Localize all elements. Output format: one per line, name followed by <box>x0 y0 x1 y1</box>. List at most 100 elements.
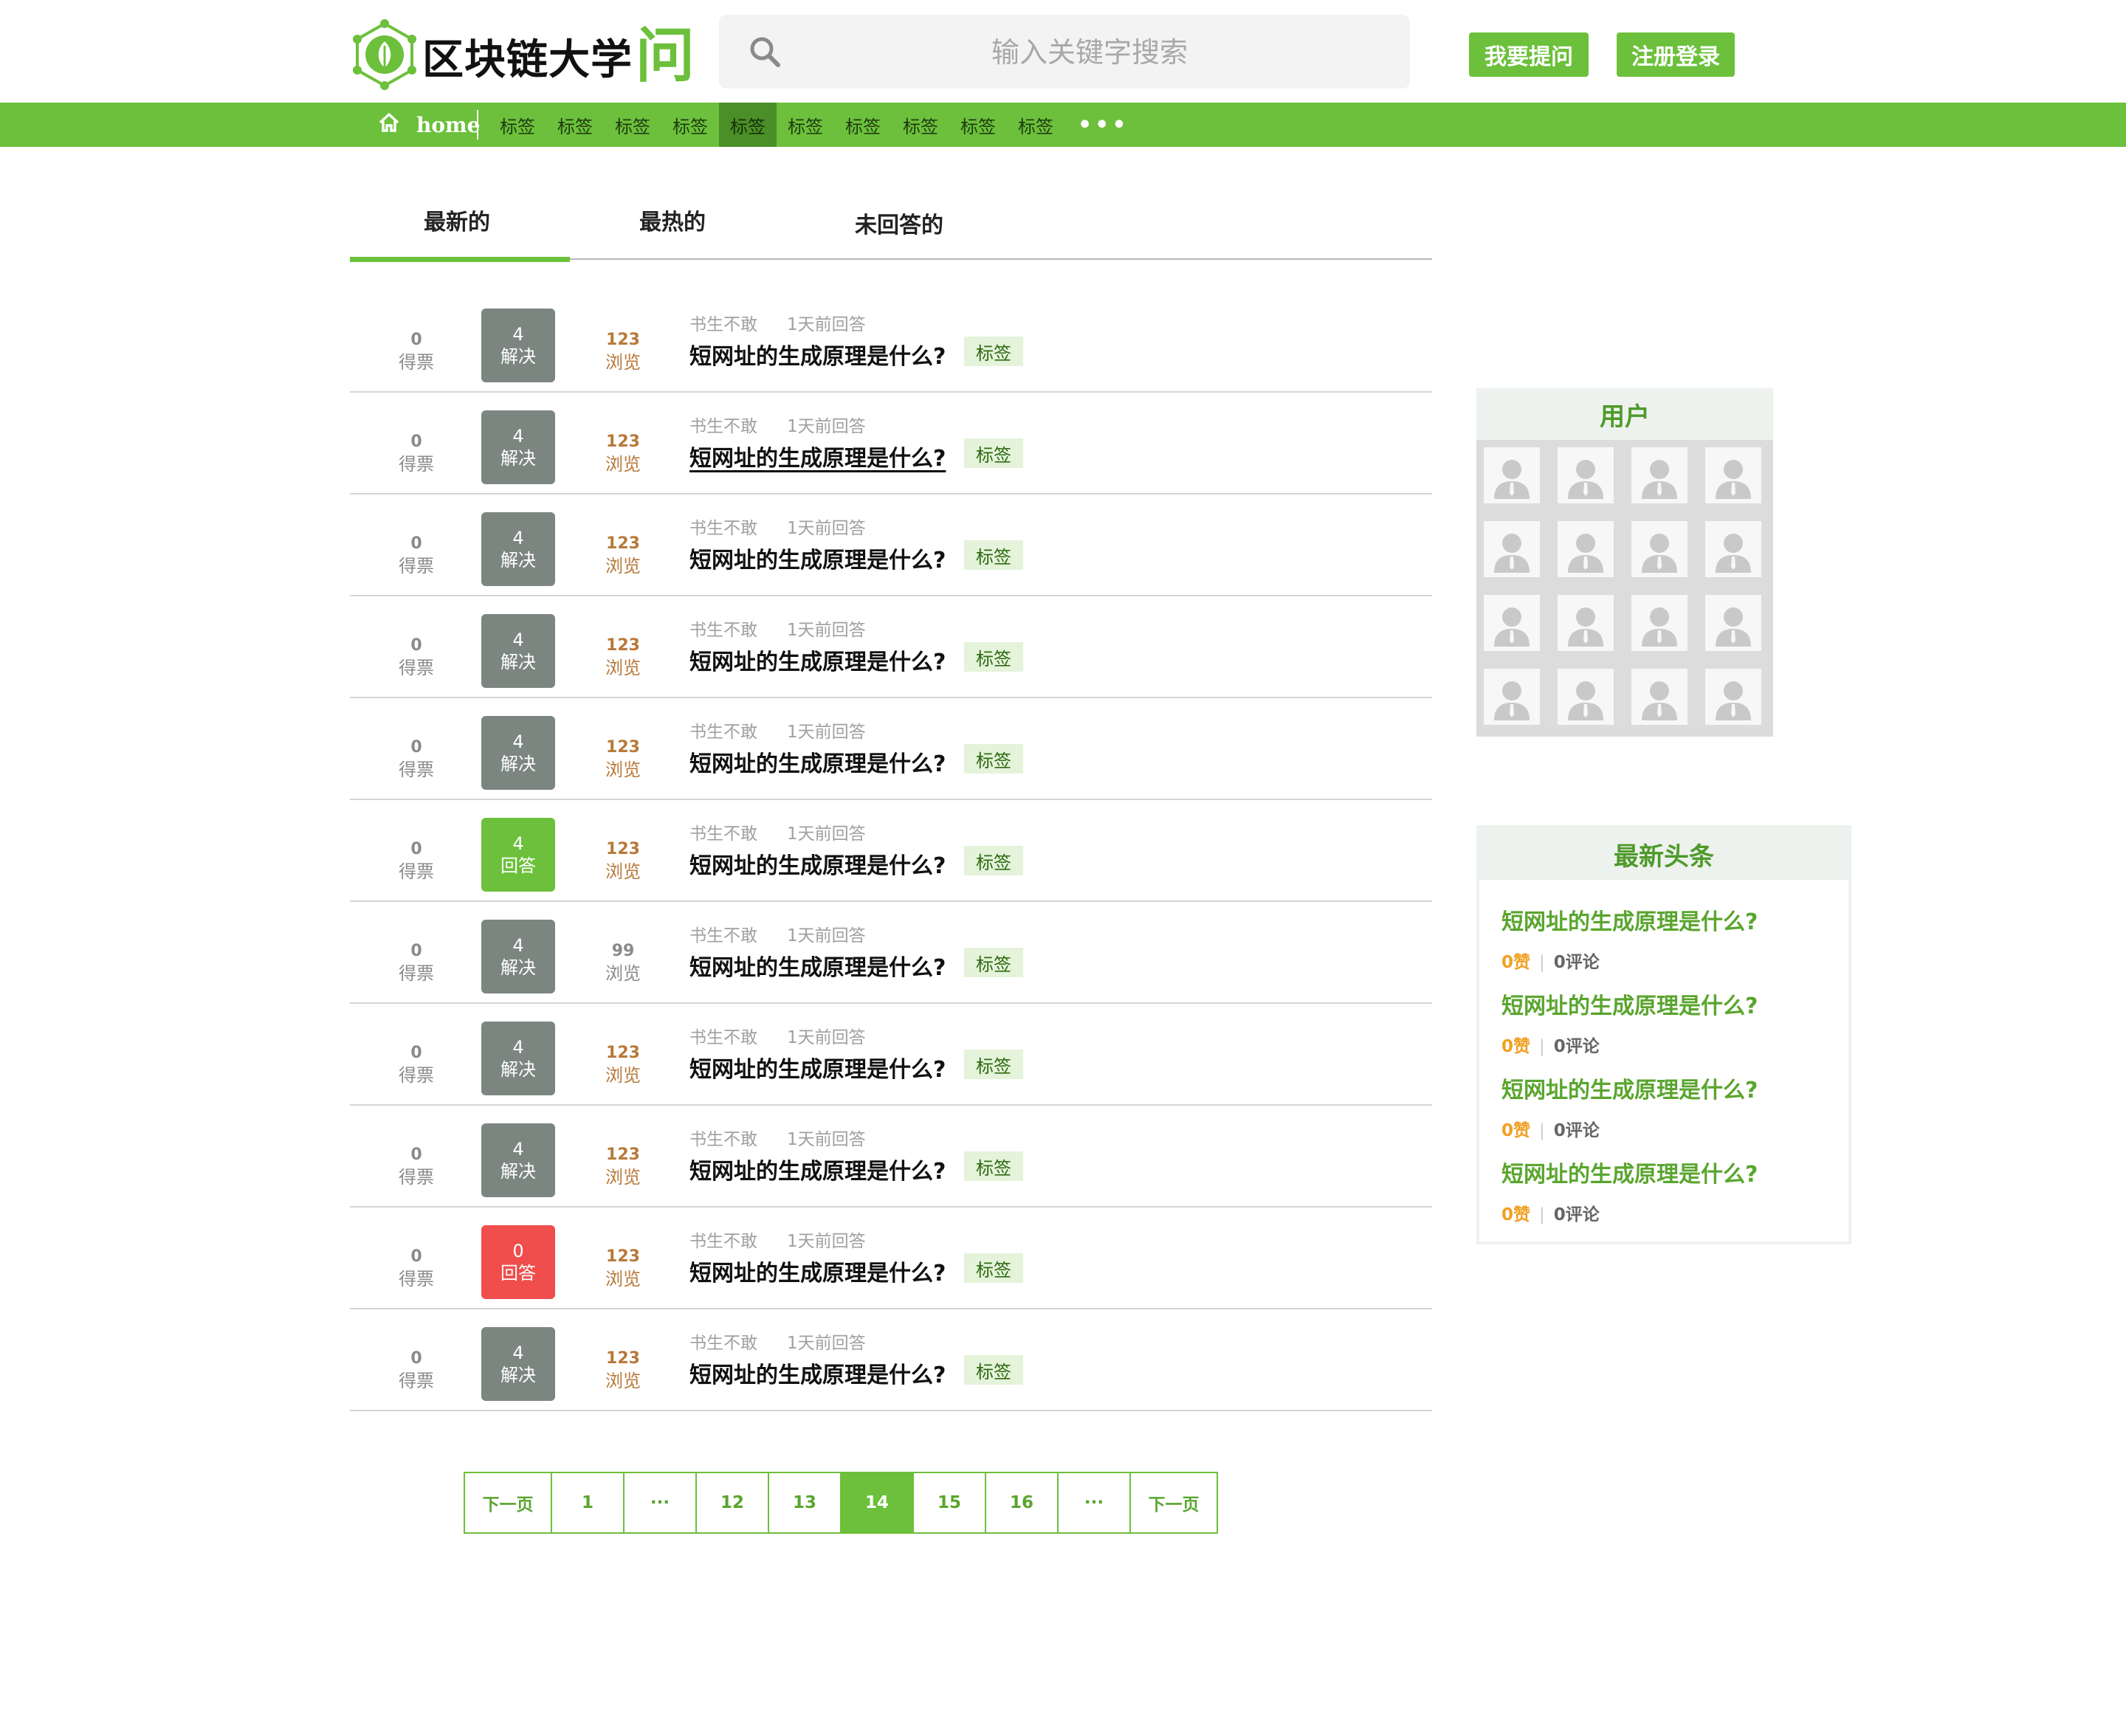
headline-title[interactable]: 短网址的生成原理是什么? <box>1501 1156 1758 1188</box>
answer-status-badge[interactable]: 4 回答 <box>481 818 555 892</box>
question-title[interactable]: 短网址的生成原理是什么? <box>689 440 946 472</box>
ask-question-button[interactable]: 我要提问 <box>1469 32 1589 77</box>
pagination-page-button[interactable]: 15 <box>914 1473 986 1532</box>
search-input[interactable] <box>800 15 1379 90</box>
pagination-page-button[interactable]: 12 <box>697 1473 769 1532</box>
answer-status-badge[interactable]: 4 解决 <box>481 309 555 382</box>
question-tag[interactable]: 标签 <box>964 1253 1023 1283</box>
question-tag[interactable]: 标签 <box>964 1050 1023 1079</box>
nav-tag-item[interactable]: 标签 <box>1007 103 1064 147</box>
question-tag[interactable]: 标签 <box>964 540 1023 570</box>
question-title[interactable]: 短网址的生成原理是什么? <box>689 949 946 982</box>
user-avatar[interactable] <box>1631 447 1688 503</box>
author-name[interactable]: 书生不敢 <box>689 723 757 742</box>
tab-hottest[interactable]: 最热的 <box>639 204 706 236</box>
question-tag[interactable]: 标签 <box>964 438 1023 468</box>
nav-tag-item[interactable]: 标签 <box>949 103 1007 147</box>
user-avatar[interactable] <box>1484 447 1540 503</box>
answer-status-badge[interactable]: 4 解决 <box>481 1022 555 1095</box>
question-title[interactable]: 短网址的生成原理是什么? <box>689 1357 946 1389</box>
question-tag[interactable]: 标签 <box>964 1355 1023 1385</box>
question-title[interactable]: 短网址的生成原理是什么? <box>689 1255 946 1287</box>
question-tag[interactable]: 标签 <box>964 642 1023 672</box>
author-name[interactable]: 书生不敢 <box>689 1232 757 1251</box>
site-logo[interactable]: 区块链大学 问 <box>353 19 695 93</box>
answer-status-badge[interactable]: 4 解决 <box>481 1123 555 1197</box>
user-avatar[interactable] <box>1484 595 1540 651</box>
pagination-page-button[interactable]: 16 <box>986 1473 1059 1532</box>
user-avatar[interactable] <box>1484 521 1540 577</box>
question-tag[interactable]: 标签 <box>964 948 1023 977</box>
user-avatar[interactable] <box>1558 669 1614 725</box>
author-name[interactable]: 书生不敢 <box>689 621 757 640</box>
answer-status-badge[interactable]: 4 解决 <box>481 614 555 688</box>
question-title[interactable]: 短网址的生成原理是什么? <box>689 1153 946 1185</box>
question-tag[interactable]: 标签 <box>964 1151 1023 1181</box>
user-avatar[interactable] <box>1705 521 1761 577</box>
question-tag[interactable]: 标签 <box>964 744 1023 774</box>
answer-time: 1天前回答 <box>787 926 866 946</box>
user-avatar-icon <box>1631 521 1688 577</box>
nav-tag-item[interactable]: 标签 <box>834 103 892 147</box>
nav-more-button[interactable]: ••• <box>1078 103 1129 147</box>
answer-status-badge[interactable]: 4 解决 <box>481 512 555 586</box>
user-avatar[interactable] <box>1705 669 1761 725</box>
author-name[interactable]: 书生不敢 <box>689 1334 757 1353</box>
author-name[interactable]: 书生不敢 <box>689 315 757 334</box>
tab-newest[interactable]: 最新的 <box>424 204 490 236</box>
nav-tag-item[interactable]: 标签 <box>604 103 661 147</box>
view-label: 浏览 <box>605 963 641 984</box>
user-avatar[interactable] <box>1631 521 1688 577</box>
answer-status-badge[interactable]: 4 解决 <box>481 920 555 993</box>
vote-label: 得票 <box>399 556 434 576</box>
answer-status-badge[interactable]: 4 解决 <box>481 716 555 790</box>
question-title[interactable]: 短网址的生成原理是什么? <box>689 338 946 371</box>
pagination-page-button[interactable]: 13 <box>769 1473 842 1532</box>
user-avatar[interactable] <box>1705 447 1761 503</box>
author-name[interactable]: 书生不敢 <box>689 417 757 436</box>
question-title[interactable]: 短网址的生成原理是什么? <box>689 542 946 574</box>
user-avatar[interactable] <box>1484 669 1540 725</box>
pagination-page-button[interactable]: 14 <box>842 1473 914 1532</box>
answer-label: 回答 <box>500 855 536 876</box>
user-avatar[interactable] <box>1558 521 1614 577</box>
pagination-next-button[interactable]: 下一页 <box>1131 1473 1217 1532</box>
question-meta: 书生不敢 1天前回答 <box>689 514 866 539</box>
author-name[interactable]: 书生不敢 <box>689 824 757 844</box>
user-avatar[interactable] <box>1631 669 1688 725</box>
view-count: 123 浏览 <box>586 1348 660 1392</box>
answer-status-badge[interactable]: 4 解决 <box>481 410 555 484</box>
headline-title[interactable]: 短网址的生成原理是什么? <box>1501 903 1758 936</box>
answer-status-badge[interactable]: 0 回答 <box>481 1225 555 1299</box>
nav-tag-item[interactable]: 标签 <box>661 103 719 147</box>
nav-tag-item[interactable]: 标签 <box>489 103 546 147</box>
question-title[interactable]: 短网址的生成原理是什么? <box>689 644 946 676</box>
author-name[interactable]: 书生不敢 <box>689 926 757 946</box>
headline-title[interactable]: 短网址的生成原理是什么? <box>1501 1072 1758 1104</box>
view-count: 123 浏览 <box>586 1042 660 1086</box>
user-avatar[interactable] <box>1631 595 1688 651</box>
answer-status-badge[interactable]: 4 解决 <box>481 1327 555 1401</box>
author-name[interactable]: 书生不敢 <box>689 1130 757 1149</box>
user-avatar[interactable] <box>1705 595 1761 651</box>
tab-unanswered[interactable]: 未回答的 <box>855 207 943 239</box>
author-name[interactable]: 书生不敢 <box>689 519 757 538</box>
pagination-next-button[interactable]: 下一页 <box>465 1473 552 1532</box>
question-tag[interactable]: 标签 <box>964 846 1023 875</box>
user-avatar[interactable] <box>1558 595 1614 651</box>
question-tag[interactable]: 标签 <box>964 337 1023 366</box>
author-name[interactable]: 书生不敢 <box>689 1028 757 1047</box>
user-avatar[interactable] <box>1558 447 1614 503</box>
headline-title[interactable]: 短网址的生成原理是什么? <box>1501 988 1758 1020</box>
nav-tag-item[interactable]: 标签 <box>546 103 604 147</box>
question-title[interactable]: 短网址的生成原理是什么? <box>689 847 946 880</box>
nav-tag-item[interactable]: 标签 <box>892 103 949 147</box>
nav-home-link[interactable]: home <box>362 103 480 147</box>
pagination-page-button[interactable]: 1 <box>552 1473 625 1532</box>
view-number: 123 <box>606 331 640 349</box>
register-login-button[interactable]: 注册登录 <box>1617 32 1735 77</box>
nav-tag-item[interactable]: 标签 <box>719 103 777 147</box>
nav-tag-item[interactable]: 标签 <box>777 103 834 147</box>
question-title[interactable]: 短网址的生成原理是什么? <box>689 1051 946 1084</box>
question-title[interactable]: 短网址的生成原理是什么? <box>689 745 946 778</box>
